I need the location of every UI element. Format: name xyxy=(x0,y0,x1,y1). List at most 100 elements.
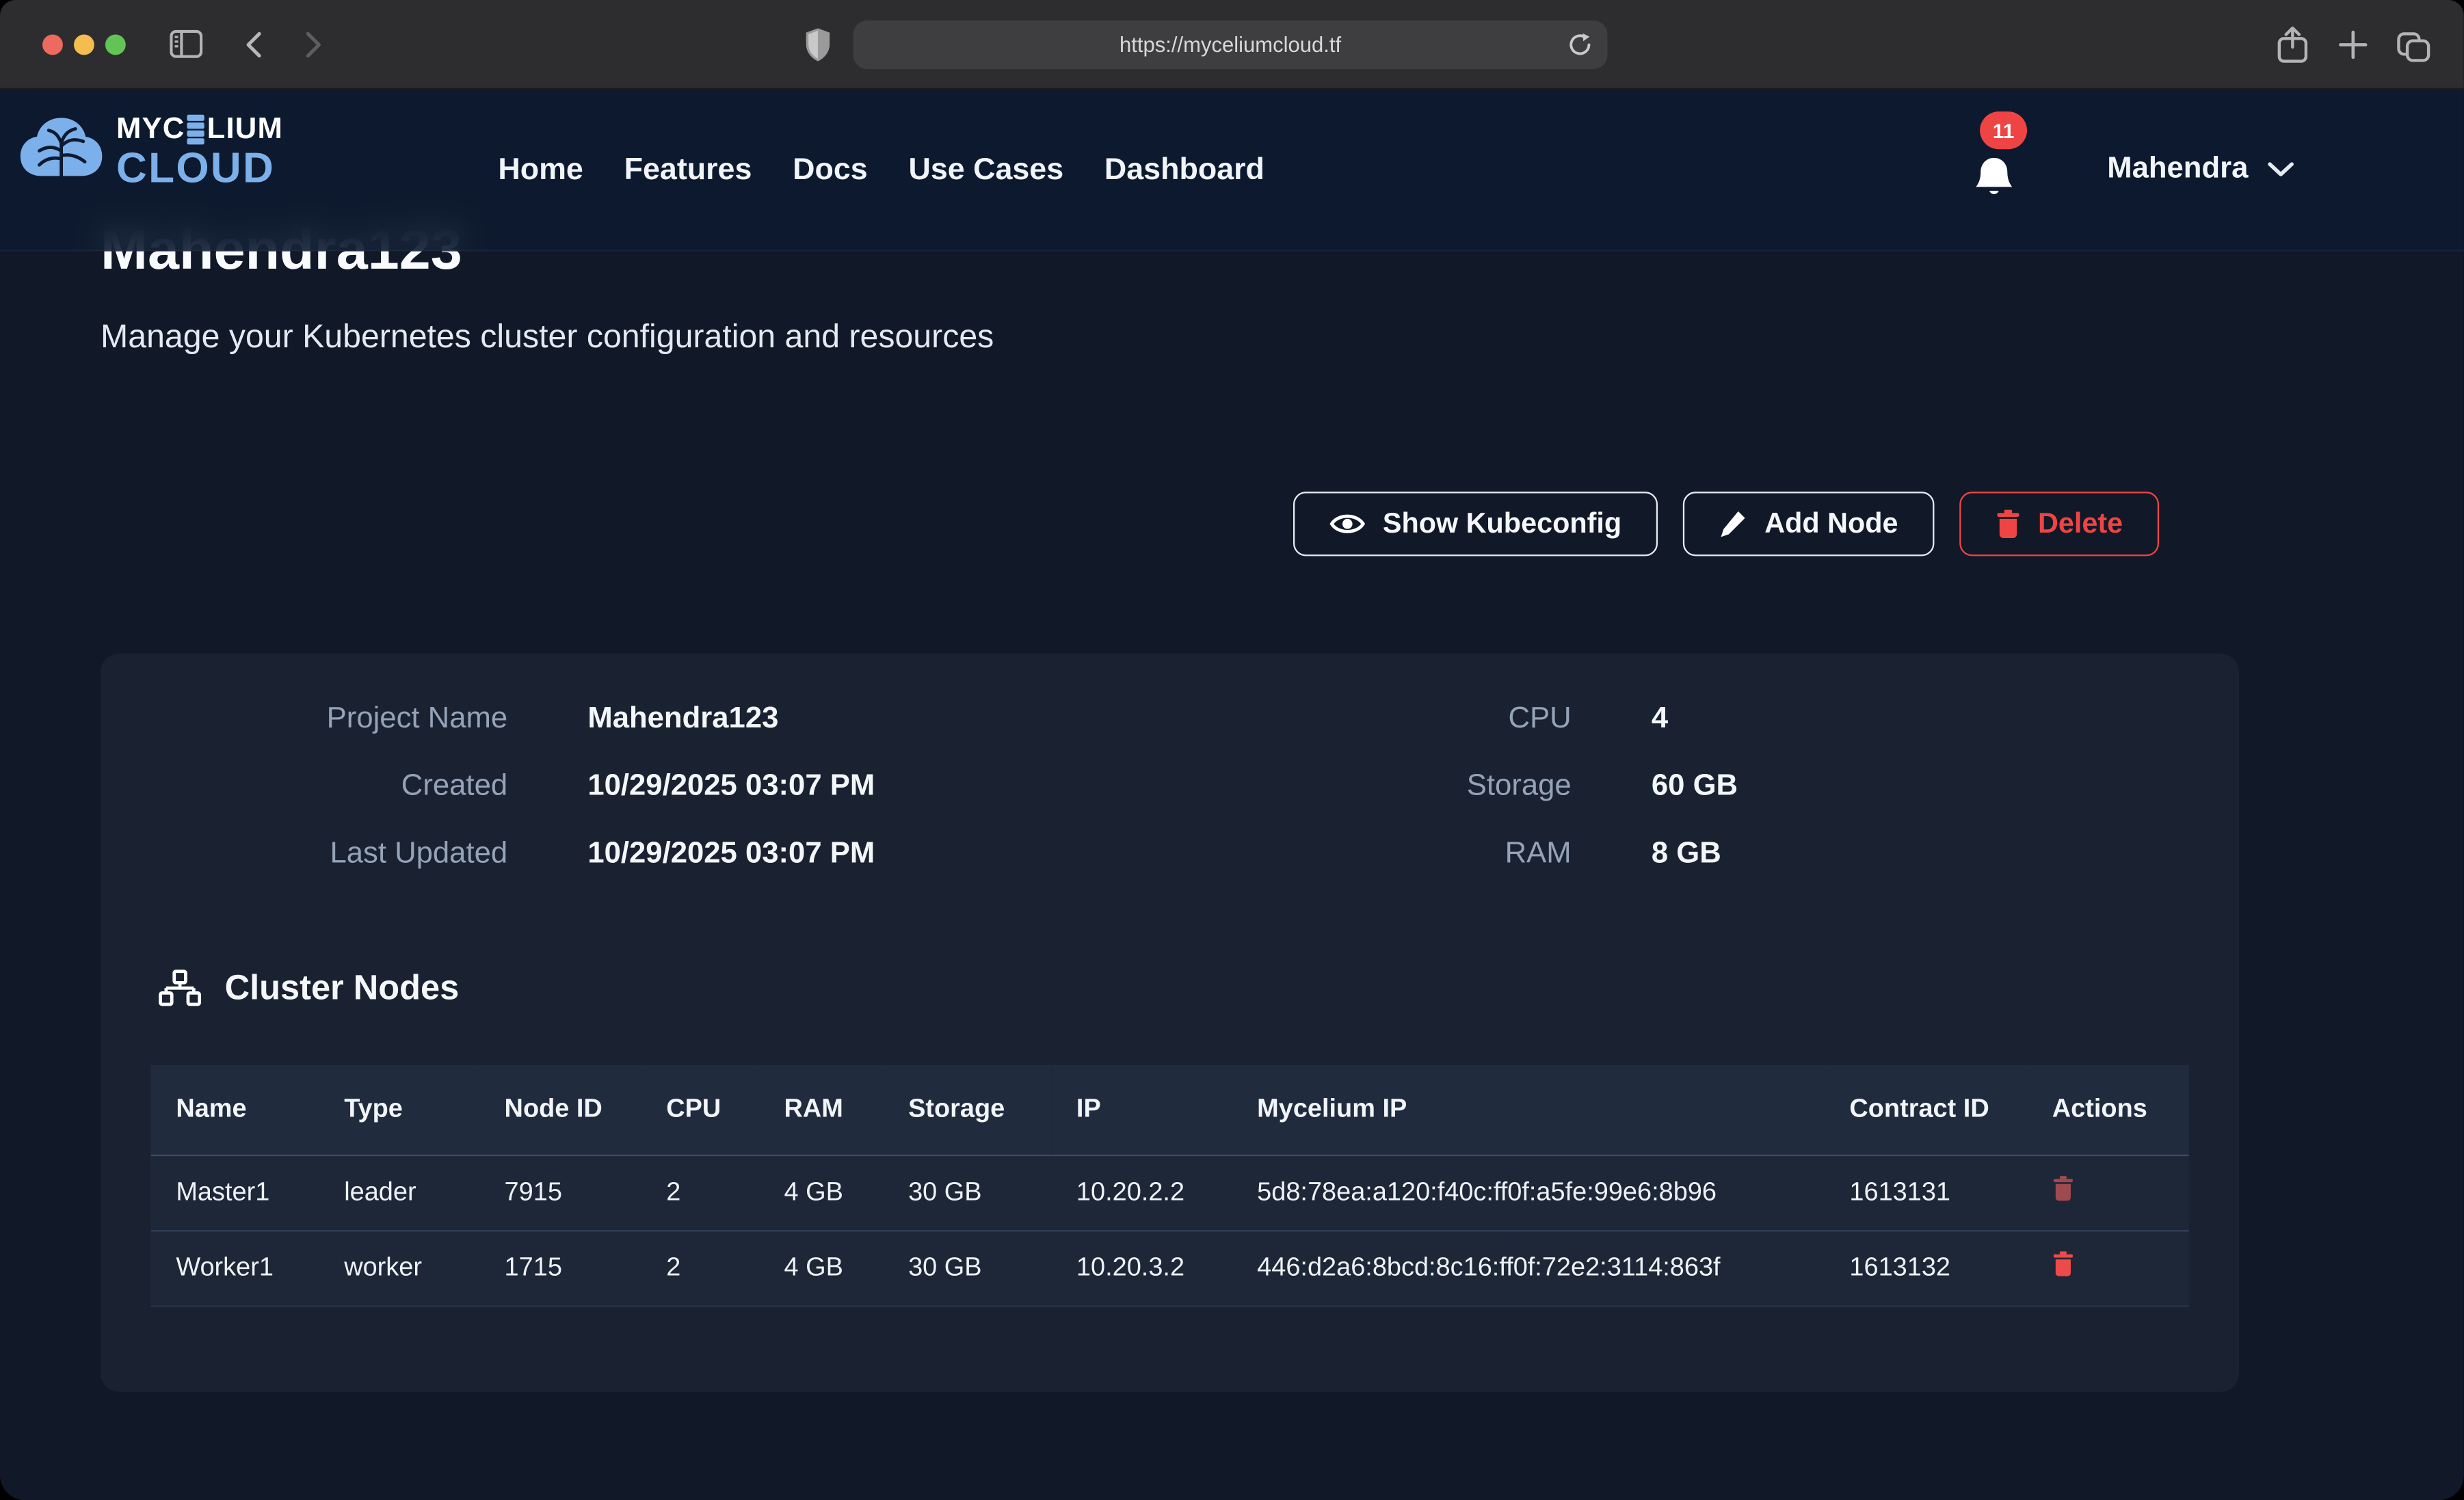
share-icon[interactable] xyxy=(2277,25,2308,64)
cell-type: leader xyxy=(319,1155,479,1230)
cell-name: Worker1 xyxy=(151,1230,319,1305)
cell-storage: 30 GB xyxy=(883,1230,1051,1305)
logo-e-bars-icon xyxy=(187,116,204,144)
col-type: Type xyxy=(319,1065,479,1155)
page-subtitle: Manage your Kubernetes cluster configura… xyxy=(101,319,994,356)
table-row: Worker1 worker 1715 2 4 GB 30 GB 10.20.3… xyxy=(151,1230,2189,1305)
cell-cpu: 2 xyxy=(641,1155,758,1230)
browser-toolbar: https://myceliumcloud.tf xyxy=(0,0,2464,90)
logo-line1-pre: MYC xyxy=(116,115,185,145)
cell-mycelium-ip: 446:d2a6:8bcd:8c16:ff0f:72e2:3114:863f xyxy=(1232,1230,1824,1305)
cell-contract-id: 1613132 xyxy=(1825,1230,2027,1305)
nav-docs[interactable]: Docs xyxy=(793,152,868,188)
created-label: Created xyxy=(146,770,507,805)
user-menu[interactable]: Mahendra xyxy=(2107,90,2294,250)
cell-type: worker xyxy=(319,1230,479,1305)
chevron-down-icon xyxy=(2267,162,2294,178)
col-storage: Storage xyxy=(883,1065,1051,1155)
show-kubeconfig-label: Show Kubeconfig xyxy=(1383,507,1621,540)
storage-label: Storage xyxy=(1210,770,1571,805)
reload-icon[interactable] xyxy=(1567,31,1593,58)
col-ram: RAM xyxy=(759,1065,884,1155)
logo[interactable]: MYC LIUM CLOUD xyxy=(16,111,283,193)
mycelium-cloud-logo-icon xyxy=(16,111,107,193)
cell-contract-id: 1613131 xyxy=(1825,1155,2027,1230)
storage-value: 60 GB xyxy=(1652,770,1738,805)
bell-icon xyxy=(1974,155,2015,199)
close-window-button[interactable] xyxy=(42,35,63,55)
cell-cpu: 2 xyxy=(641,1230,758,1305)
cluster-details-card: Project Name Mahendra123 Created 10/29/2… xyxy=(101,654,2239,1392)
cluster-nodes-title: Cluster Nodes xyxy=(225,967,460,1008)
tab-overview-icon[interactable] xyxy=(2396,27,2431,63)
notifications-button[interactable]: 11 xyxy=(1968,90,2043,250)
eye-icon xyxy=(1329,511,1366,537)
cluster-nodes-table: Name Type Node ID CPU RAM Storage IP Myc… xyxy=(151,1065,2189,1307)
table-row: Master1 leader 7915 2 4 GB 30 GB 10.20.2… xyxy=(151,1155,2189,1230)
cell-node-id: 7915 xyxy=(479,1155,641,1230)
cluster-info-right: CPU 4 Storage 60 GB RAM 8 GB xyxy=(1210,702,1738,872)
delete-node-button[interactable] xyxy=(2052,1250,2074,1281)
new-tab-icon[interactable] xyxy=(2338,30,2368,60)
pencil-icon xyxy=(1719,509,1747,539)
cell-mycelium-ip: 5d8:78ea:a120:f40c:ff0f:a5fe:99e6:8b96 xyxy=(1232,1155,1824,1230)
delete-cluster-button[interactable]: Delete xyxy=(1959,492,2159,556)
last-updated-label: Last Updated xyxy=(146,838,507,872)
project-name-value: Mahendra123 xyxy=(587,702,778,737)
cell-node-id: 1715 xyxy=(479,1230,641,1305)
delete-label: Delete xyxy=(2038,507,2123,540)
nav-features[interactable]: Features xyxy=(624,152,752,188)
col-node-id: Node ID xyxy=(479,1065,641,1155)
add-node-label: Add Node xyxy=(1764,507,1898,540)
back-button-icon[interactable] xyxy=(245,31,262,58)
logo-line2: CLOUD xyxy=(116,148,283,190)
cluster-nodes-icon xyxy=(157,969,203,1007)
col-actions: Actions xyxy=(2027,1065,2189,1155)
cell-name: Master1 xyxy=(151,1155,319,1230)
notification-count-badge: 11 xyxy=(1980,111,2027,149)
created-value: 10/29/2025 03:07 PM xyxy=(587,770,875,805)
col-name: Name xyxy=(151,1065,319,1155)
main-nav: Home Features Docs Use Cases Dashboard xyxy=(498,90,1264,250)
trash-icon xyxy=(1996,509,2021,539)
nav-dashboard[interactable]: Dashboard xyxy=(1104,152,1264,188)
table-header-row: Name Type Node ID CPU RAM Storage IP Myc… xyxy=(151,1065,2189,1155)
logo-wordmark: MYC LIUM CLOUD xyxy=(116,115,283,190)
trash-icon xyxy=(2052,1175,2074,1201)
privacy-shield-icon[interactable] xyxy=(804,27,831,63)
cell-storage: 30 GB xyxy=(883,1155,1051,1230)
last-updated-value: 10/29/2025 03:07 PM xyxy=(587,838,875,872)
user-name: Mahendra xyxy=(2107,152,2248,187)
col-mycelium-ip: Mycelium IP xyxy=(1232,1065,1824,1155)
browser-window: https://myceliumcloud.tf Mahendra123 Man… xyxy=(0,0,2464,1500)
nav-home[interactable]: Home xyxy=(498,152,583,188)
sidebar-toggle-icon[interactable] xyxy=(170,30,202,58)
show-kubeconfig-button[interactable]: Show Kubeconfig xyxy=(1293,492,1658,556)
minimize-window-button[interactable] xyxy=(74,35,94,55)
cluster-nodes-heading: Cluster Nodes xyxy=(157,967,460,1008)
cluster-info-left: Project Name Mahendra123 Created 10/29/2… xyxy=(146,702,875,872)
logo-line1-post: LIUM xyxy=(207,115,283,145)
cpu-value: 4 xyxy=(1652,702,1668,737)
page-body: Mahendra123 Manage your Kubernetes clust… xyxy=(0,90,2464,1500)
ram-label: RAM xyxy=(1210,838,1571,872)
col-ip: IP xyxy=(1051,1065,1232,1155)
add-node-button[interactable]: Add Node xyxy=(1683,492,1935,556)
cell-ip: 10.20.3.2 xyxy=(1051,1230,1232,1305)
ram-value: 8 GB xyxy=(1652,838,1721,872)
cluster-actions: Show Kubeconfig Add Node Delete xyxy=(1293,492,2159,556)
trash-icon xyxy=(2052,1250,2074,1276)
nav-use-cases[interactable]: Use Cases xyxy=(908,152,1063,188)
forward-button-icon[interactable] xyxy=(305,31,322,58)
cell-ram: 4 GB xyxy=(759,1230,884,1305)
url-text: https://myceliumcloud.tf xyxy=(1120,33,1341,56)
cell-ram: 4 GB xyxy=(759,1155,884,1230)
project-name-label: Project Name xyxy=(146,702,507,737)
cell-ip: 10.20.2.2 xyxy=(1051,1155,1232,1230)
zoom-window-button[interactable] xyxy=(105,35,126,55)
delete-node-button[interactable] xyxy=(2052,1175,2074,1206)
col-contract-id: Contract ID xyxy=(1825,1065,2027,1155)
address-bar[interactable]: https://myceliumcloud.tf xyxy=(853,21,1608,69)
site-header: MYC LIUM CLOUD Home Features Docs Use Ca… xyxy=(0,90,2464,252)
cpu-label: CPU xyxy=(1210,702,1571,737)
